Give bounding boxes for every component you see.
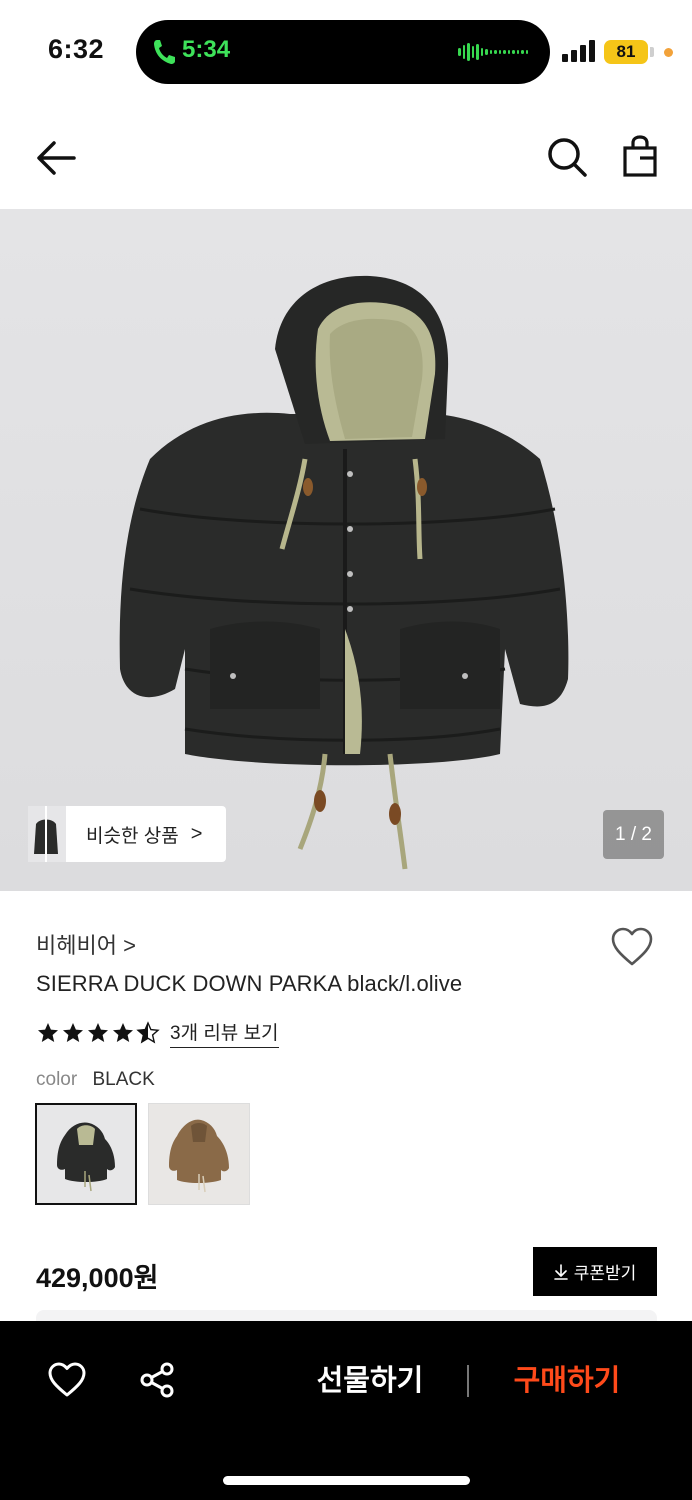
product-image-gallery[interactable]: 비슷한 상품 > 1 / 2 xyxy=(0,209,692,891)
buy-button[interactable]: 구매하기 xyxy=(490,1359,644,1403)
swatch-image-brown xyxy=(169,1119,229,1193)
call-duration: 5:34 xyxy=(182,36,231,63)
product-price: 429,000원 xyxy=(36,1263,159,1293)
similar-products-button[interactable]: 비슷한 상품 > xyxy=(28,806,226,862)
battery-tip xyxy=(650,47,654,57)
color-row: color BLACK xyxy=(36,1069,155,1091)
color-swatch-black[interactable] xyxy=(35,1103,137,1205)
status-time: 6:32 xyxy=(48,34,105,64)
privacy-indicator-dot xyxy=(664,48,673,57)
phone-icon xyxy=(154,40,175,64)
top-nav xyxy=(0,120,692,196)
wishlist-heart-icon[interactable] xyxy=(47,1361,87,1399)
status-bar: 6:32 5:34 81 xyxy=(0,0,692,100)
home-indicator[interactable] xyxy=(223,1476,470,1485)
image-counter: 1 / 2 xyxy=(603,810,664,859)
action-divider xyxy=(467,1365,469,1397)
color-label: color xyxy=(36,1069,78,1090)
back-icon[interactable] xyxy=(34,138,78,178)
battery-indicator: 81 xyxy=(604,40,648,64)
half-star-icon xyxy=(136,1021,160,1044)
coupon-button[interactable]: 쿠폰받기 xyxy=(533,1247,657,1296)
download-icon xyxy=(553,1263,568,1280)
signal-icon xyxy=(562,40,595,62)
star-icon xyxy=(88,1023,108,1042)
bottom-action-bar: 선물하기 구매하기 xyxy=(0,1321,692,1500)
product-image xyxy=(119,275,569,870)
audio-wave-icon xyxy=(458,42,528,62)
star-rating xyxy=(36,1021,160,1045)
swatch-image-black xyxy=(57,1122,115,1192)
brand-link[interactable]: 비헤비어 > xyxy=(36,928,136,960)
gift-button[interactable]: 선물하기 xyxy=(290,1359,450,1403)
similar-product-thumbnail xyxy=(28,806,66,862)
similar-products-label: 비슷한 상품 xyxy=(86,825,179,847)
star-icon xyxy=(113,1023,133,1042)
star-icon xyxy=(38,1023,58,1042)
chevron-right-icon: > xyxy=(190,822,203,845)
heart-icon[interactable] xyxy=(610,926,654,968)
share-icon[interactable] xyxy=(138,1361,176,1399)
search-icon[interactable] xyxy=(546,136,588,178)
star-icon xyxy=(63,1023,83,1042)
rating-row: 3개 리뷰 보기 xyxy=(36,1018,279,1048)
shopping-bag-icon[interactable] xyxy=(620,134,660,178)
review-link[interactable]: 3개 리뷰 보기 xyxy=(170,1018,279,1048)
product-title: SIERRA DUCK DOWN PARKA black/l.olive xyxy=(36,971,463,996)
coupon-label: 쿠폰받기 xyxy=(573,1264,637,1283)
color-swatch-brown[interactable] xyxy=(148,1103,250,1205)
color-value: BLACK xyxy=(92,1069,155,1090)
